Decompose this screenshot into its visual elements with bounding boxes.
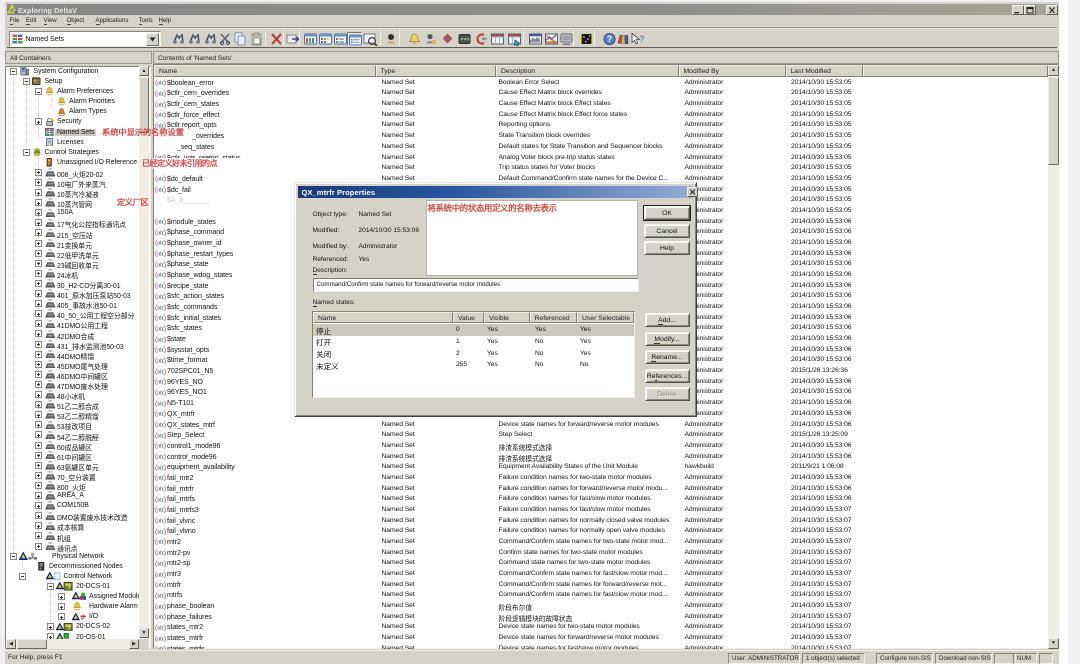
svg-text:): ) (164, 433, 166, 439)
svg-text:): ) (164, 219, 166, 225)
svg-text:): ) (164, 518, 166, 524)
svg-text:?: ? (67, 626, 70, 631)
svg-text:): ) (164, 625, 166, 631)
svg-text:): ) (164, 422, 166, 428)
svg-text:): ) (164, 230, 166, 236)
svg-text:): ) (164, 369, 166, 375)
svg-text:): ) (164, 294, 166, 300)
svg-text:): ) (164, 315, 166, 321)
svg-text:): ) (164, 390, 166, 396)
svg-text:): ) (164, 283, 166, 289)
svg-text:): ) (164, 465, 166, 471)
svg-text:): ) (164, 529, 166, 535)
svg-text:): ) (164, 507, 166, 513)
svg-text:): ) (164, 347, 166, 353)
svg-text:): ) (164, 337, 166, 343)
svg-text:): ) (164, 550, 166, 556)
svg-text:): ) (164, 80, 166, 86)
svg-text:): ) (164, 475, 166, 481)
svg-text:): ) (164, 326, 166, 332)
svg-text:): ) (164, 572, 166, 578)
svg-text:): ) (164, 486, 166, 492)
svg-text:): ) (164, 176, 166, 182)
svg-text:?: ? (640, 35, 645, 44)
svg-text:): ) (164, 401, 166, 407)
svg-text:): ) (164, 379, 166, 385)
svg-text:): ) (164, 358, 166, 364)
svg-text:): ) (164, 187, 166, 193)
svg-text:?: ? (607, 34, 613, 44)
svg-text:): ) (164, 582, 166, 588)
svg-text:): ) (164, 497, 166, 503)
svg-text:): ) (164, 91, 166, 97)
svg-text:): ) (164, 454, 166, 460)
svg-text:): ) (164, 614, 166, 620)
svg-text:?: ? (67, 586, 70, 591)
svg-text:): ) (164, 240, 166, 246)
svg-text:): ) (164, 539, 166, 545)
svg-text:): ) (164, 443, 166, 449)
svg-text:): ) (164, 636, 166, 642)
svg-text:): ) (164, 102, 166, 108)
svg-text:): ) (164, 272, 166, 278)
svg-text:): ) (164, 305, 166, 311)
svg-text:): ) (164, 251, 166, 257)
svg-text:): ) (164, 561, 166, 567)
svg-text:): ) (164, 262, 166, 268)
svg-text:): ) (164, 604, 166, 610)
svg-text:): ) (164, 411, 166, 417)
svg-text:): ) (164, 112, 166, 118)
svg-text:): ) (164, 646, 166, 649)
svg-text:): ) (164, 593, 166, 599)
